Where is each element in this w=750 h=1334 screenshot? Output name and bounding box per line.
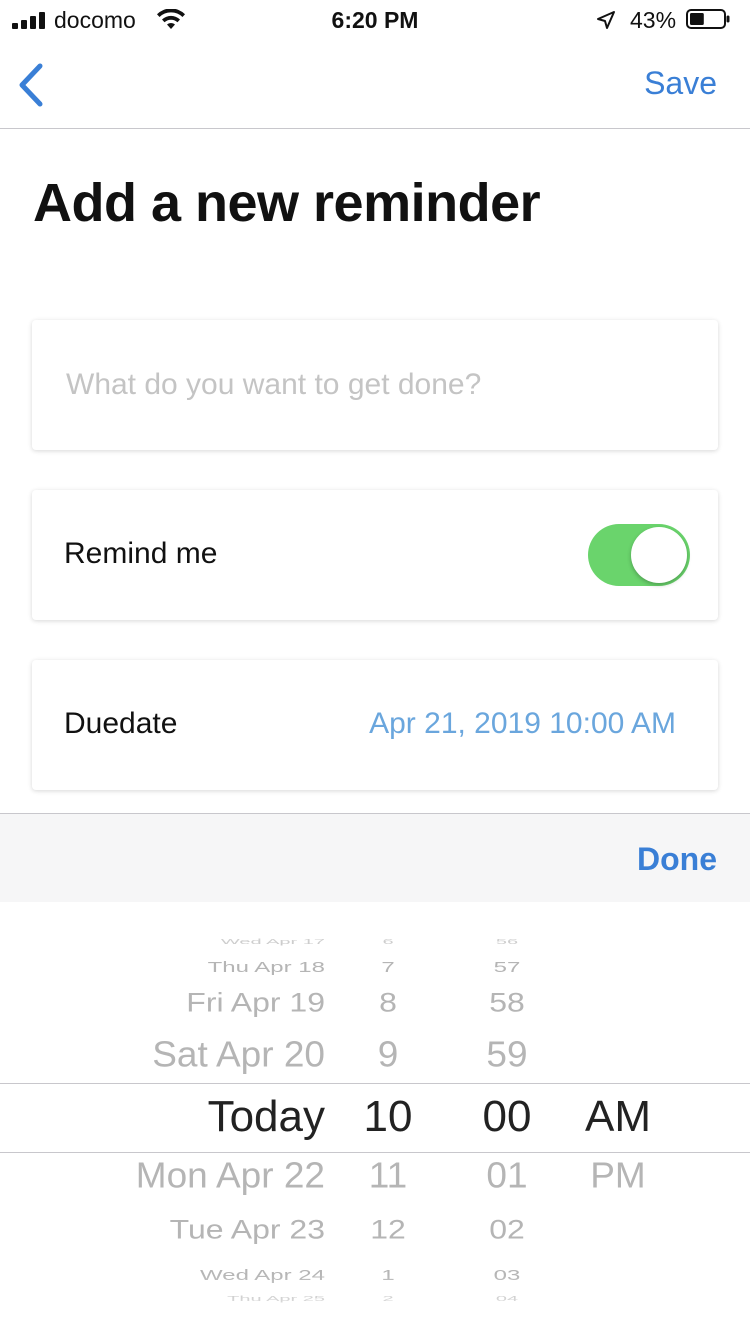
- date-row[interactable]: Wed Apr 24: [200, 1268, 325, 1285]
- hour-row[interactable]: 1: [346, 1268, 430, 1285]
- duedate-value[interactable]: Apr 21, 2019 10:00 AM: [369, 707, 676, 741]
- minute-column[interactable]: 56 57 58 59 00 01 02 03 04: [460, 902, 554, 1334]
- ampm-row-selected[interactable]: AM: [570, 1093, 666, 1141]
- hour-row-selected[interactable]: 10: [346, 1093, 430, 1141]
- minute-row[interactable]: 03: [460, 1268, 554, 1285]
- hour-column[interactable]: 6 7 8 9 10 11 12 1 2: [346, 902, 430, 1334]
- date-row[interactable]: Sat Apr 20: [152, 1035, 325, 1075]
- battery-percent: 43%: [630, 7, 677, 33]
- hour-row[interactable]: 9: [346, 1035, 430, 1075]
- task-card: [32, 320, 718, 450]
- minute-row[interactable]: 01: [460, 1156, 554, 1196]
- minute-row[interactable]: 57: [460, 960, 554, 977]
- date-row[interactable]: Wed Apr 17: [221, 938, 325, 946]
- back-button[interactable]: [14, 60, 54, 110]
- minute-row[interactable]: 04: [460, 1295, 554, 1303]
- ampm-column[interactable]: AM PM: [570, 902, 666, 1334]
- date-picker[interactable]: Wed Apr 17 Thu Apr 18 Fri Apr 19 Sat Apr…: [0, 902, 750, 1334]
- date-column[interactable]: Wed Apr 17 Thu Apr 18 Fri Apr 19 Sat Apr…: [0, 902, 325, 1334]
- hour-row[interactable]: 8: [346, 987, 430, 1018]
- picker-toolbar: Done: [0, 813, 750, 902]
- date-row[interactable]: Thu Apr 25: [227, 1295, 325, 1303]
- date-row[interactable]: Mon Apr 22: [136, 1156, 325, 1196]
- hour-row[interactable]: 6: [346, 938, 430, 946]
- date-row[interactable]: Tue Apr 23: [170, 1214, 325, 1245]
- hour-row[interactable]: 11: [346, 1156, 430, 1196]
- status-bar: docomo 6:20 PM 43%: [0, 0, 750, 40]
- remind-me-label: Remind me: [64, 537, 218, 570]
- duedate-card[interactable]: Duedate Apr 21, 2019 10:00 AM: [32, 660, 718, 790]
- hour-row[interactable]: 2: [346, 1295, 430, 1303]
- page-title: Add a new reminder: [33, 173, 541, 233]
- minute-row-selected[interactable]: 00: [460, 1093, 554, 1141]
- hour-row[interactable]: 7: [346, 960, 430, 977]
- minute-row[interactable]: 02: [460, 1214, 554, 1245]
- date-row-selected[interactable]: Today: [208, 1093, 325, 1141]
- minute-row[interactable]: 59: [460, 1035, 554, 1075]
- minute-row[interactable]: 58: [460, 987, 554, 1018]
- toggle-knob: [631, 527, 687, 583]
- task-input[interactable]: [64, 364, 688, 406]
- duedate-label: Duedate: [64, 707, 178, 740]
- remind-me-toggle[interactable]: [588, 524, 690, 586]
- hour-row[interactable]: 12: [346, 1214, 430, 1245]
- chevron-left-icon: [19, 63, 43, 107]
- location-icon: [597, 11, 615, 29]
- date-row[interactable]: Thu Apr 18: [208, 960, 325, 977]
- ampm-row[interactable]: PM: [570, 1156, 666, 1196]
- battery-icon: [686, 9, 730, 29]
- minute-row[interactable]: 56: [460, 938, 554, 946]
- save-button[interactable]: Save: [644, 65, 717, 102]
- navigation-bar: Save: [0, 40, 750, 129]
- done-button[interactable]: Done: [637, 841, 717, 878]
- remind-me-card: Remind me: [32, 490, 718, 620]
- date-row[interactable]: Fri Apr 19: [186, 987, 325, 1018]
